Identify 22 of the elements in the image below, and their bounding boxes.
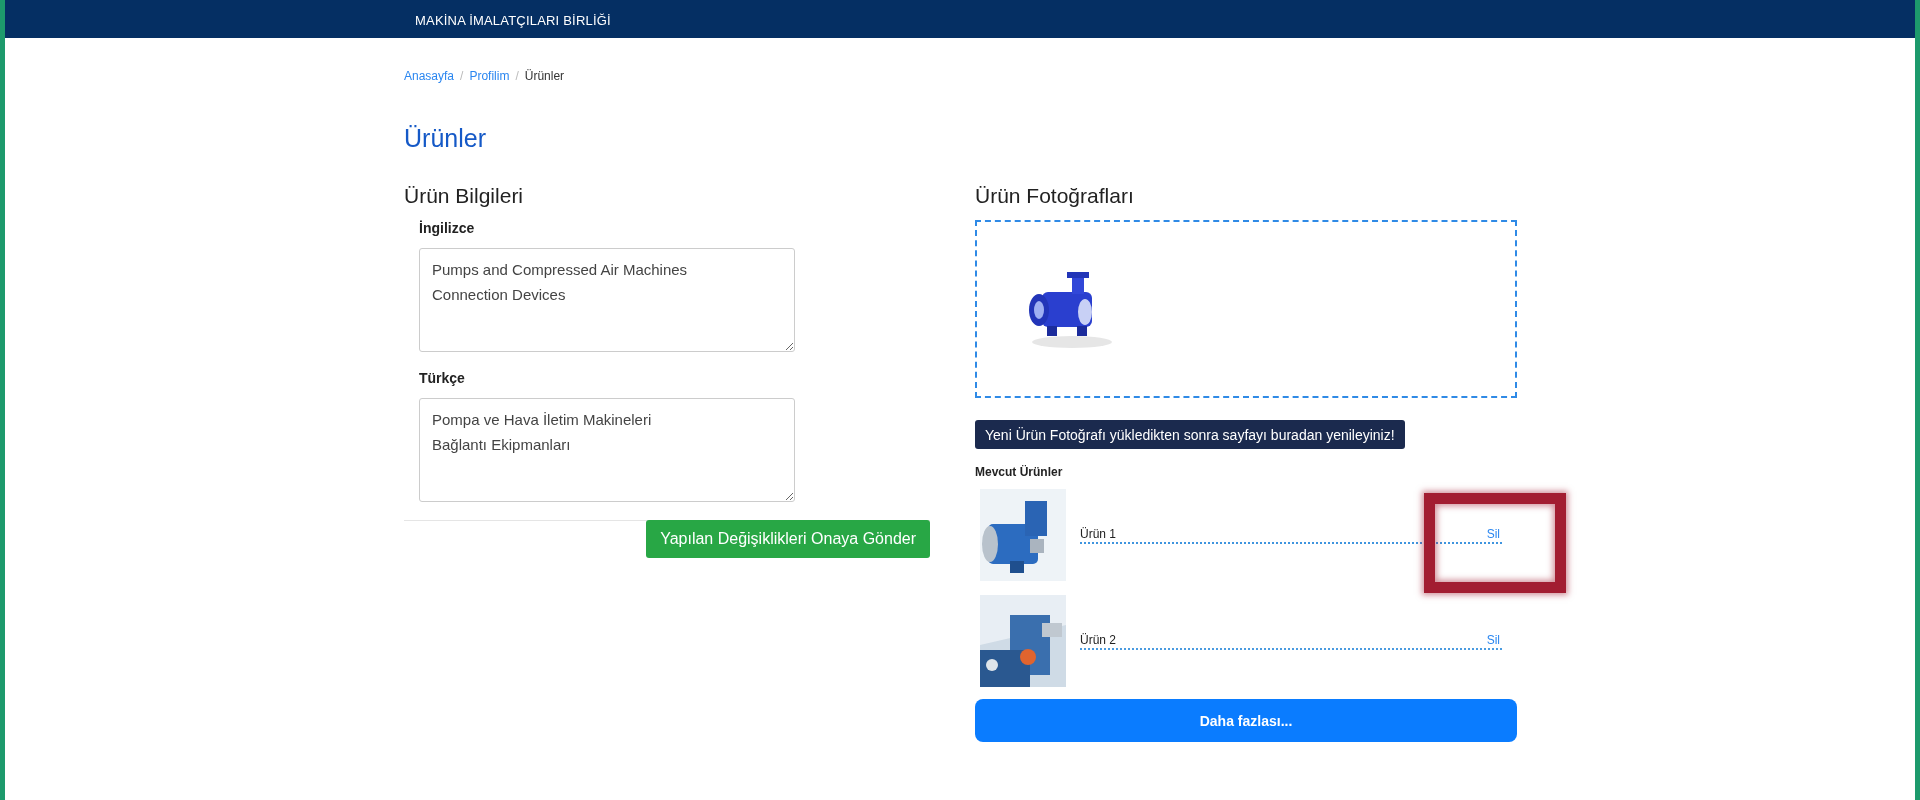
text-area[interactable]: Pumps and Compressed Air Machines Connection Devices bbox=[419, 248, 795, 352]
section-title: Ürün Fotoğrafları bbox=[975, 184, 1135, 209]
more-button[interactable]: Daha fazlası... bbox=[975, 699, 1517, 742]
field-label: İngilizce bbox=[419, 220, 476, 238]
breadcrumb-separator: / bbox=[515, 69, 519, 83]
delete-link[interactable]: Sil bbox=[1486, 526, 1500, 541]
delete-link[interactable]: Sil bbox=[1486, 632, 1500, 647]
breadcrumb-link[interactable]: Anasayfa bbox=[404, 69, 455, 83]
product-name: Ürün 1 bbox=[1080, 526, 1117, 541]
page-title: Ürünler bbox=[404, 124, 487, 154]
breadcrumb-separator: / bbox=[460, 69, 464, 83]
text-area[interactable]: Pompa ve Hava İletim Makineleri Bağlantı Ekipmanları bbox=[419, 398, 795, 502]
breadcrumb-link[interactable]: Profilim bbox=[469, 69, 510, 83]
field-label: Türkçe bbox=[419, 370, 466, 388]
submit-button[interactable]: Yapılan Değişiklikleri Onaya Gönder bbox=[646, 520, 930, 558]
organization-name: MAKİNA İMALATÇILARI BİRLİĞİ bbox=[415, 13, 611, 28]
breadcrumb-current: Ürünler bbox=[524, 69, 565, 83]
section-title: Ürün Bilgileri bbox=[404, 184, 525, 209]
product-name: Ürün 2 bbox=[1080, 632, 1117, 647]
upload-dropzone[interactable] bbox=[975, 220, 1517, 398]
refresh-button[interactable]: Yeni Ürün Fotoğrafı yükledikten sonra sayfayı buradan yenileyiniz! bbox=[975, 420, 1405, 449]
list-title: Mevcut Ürünler bbox=[975, 465, 1064, 481]
